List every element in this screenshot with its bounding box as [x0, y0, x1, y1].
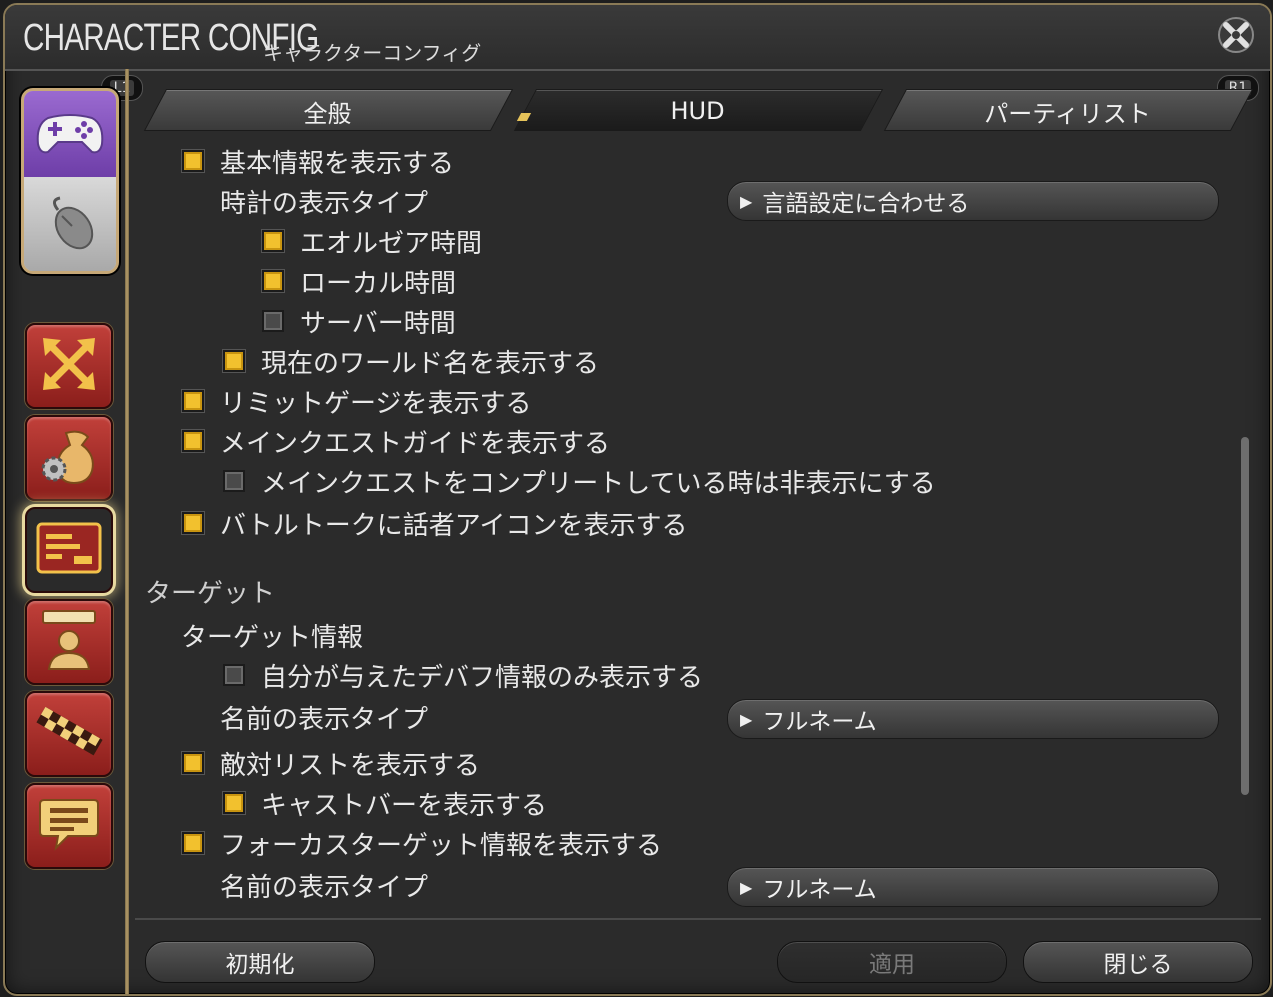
option-enmity-list[interactable]: 敵対リストを表示する	[182, 745, 480, 781]
option-label: 現在のワールド名を表示する	[261, 348, 600, 379]
dropdown-value: フルネーム	[762, 877, 877, 903]
checkbox[interactable]	[262, 310, 284, 332]
option-local-time[interactable]: ローカル時間	[262, 263, 456, 299]
checkbox[interactable]	[182, 430, 204, 452]
clock-type-dropdown[interactable]: ▶ 言語設定に合わせる	[727, 181, 1219, 221]
play-arrow-icon: ▶	[740, 191, 753, 211]
option-msq-guide[interactable]: メインクエストガイドを表示する	[182, 423, 610, 459]
category-pattern-button[interactable]	[25, 691, 113, 777]
device-selector	[21, 88, 119, 274]
play-arrow-icon: ▶	[740, 877, 753, 897]
option-server-time[interactable]: サーバー時間	[262, 303, 456, 339]
checkbox[interactable]	[182, 150, 204, 172]
option-label: 自分が与えたデバフ情報のみ表示する	[261, 662, 704, 693]
scrollbar[interactable]	[1241, 437, 1249, 795]
section-target-title: ターゲット	[145, 579, 276, 609]
option-basic-info[interactable]: 基本情報を表示する	[182, 143, 454, 179]
option-msq-hide[interactable]: メインクエストをコンプリートしている時は非表示にする	[223, 463, 936, 499]
option-focus-target[interactable]: フォーカスターゲット情報を表示する	[182, 825, 662, 861]
dropdown-value: 言語設定に合わせる	[762, 191, 970, 217]
target-name-type-dropdown[interactable]: ▶ フルネーム	[727, 699, 1219, 739]
arrows-icon	[39, 334, 99, 398]
target-info-label: ターゲット情報	[181, 622, 364, 653]
chat-bubble-icon	[38, 794, 100, 858]
option-world-name[interactable]: 現在のワールド名を表示する	[223, 343, 599, 379]
option-own-debuffs[interactable]: 自分が与えたデバフ情報のみ表示する	[223, 657, 703, 693]
close-button[interactable]: 閉じる	[1023, 941, 1253, 983]
character-profile-icon	[39, 607, 99, 677]
checkbox[interactable]	[223, 792, 245, 814]
checkbox[interactable]	[182, 512, 204, 534]
play-arrow-icon: ▶	[740, 709, 753, 729]
option-limit-gauge[interactable]: リミットゲージを表示する	[182, 383, 531, 419]
option-label: 敵対リストを表示する	[220, 750, 481, 781]
category-general-button[interactable]	[25, 323, 113, 409]
option-label: リミットゲージを表示する	[220, 388, 532, 419]
category-chat-button[interactable]	[25, 783, 113, 869]
category-items-button[interactable]	[25, 415, 113, 501]
focus-name-type-dropdown[interactable]: ▶ フルネーム	[727, 867, 1219, 907]
option-eorzea-time[interactable]: エオルゼア時間	[262, 223, 482, 259]
mouse-icon[interactable]	[24, 177, 116, 271]
close-window-icon[interactable]	[1216, 15, 1256, 55]
hud-card-icon	[36, 522, 102, 578]
checkbox[interactable]	[223, 664, 245, 686]
option-label: メインクエストをコンプリートしている時は非表示にする	[261, 468, 936, 499]
sidebar-divider	[125, 69, 129, 994]
title-bar: CHARACTER CONFIG キャラクターコンフィグ	[5, 5, 1270, 71]
checkbox[interactable]	[182, 752, 204, 774]
clock-type-label: 時計の表示タイプ	[220, 188, 429, 219]
name-type-label-2: 名前の表示タイプ	[220, 872, 429, 903]
option-cast-bar[interactable]: キャストバーを表示する	[223, 785, 547, 821]
category-character-button[interactable]	[25, 599, 113, 685]
name-type-label-1: 名前の表示タイプ	[220, 704, 429, 735]
checkbox[interactable]	[223, 350, 245, 372]
checkbox[interactable]	[262, 230, 284, 252]
option-battle-talk[interactable]: バトルトークに話者アイコンを表示する	[182, 505, 687, 541]
option-label: サーバー時間	[300, 308, 456, 339]
checkbox[interactable]	[262, 270, 284, 292]
footer-divider	[135, 918, 1261, 920]
reset-button[interactable]: 初期化	[145, 941, 375, 983]
tab-hud-label: HUD	[670, 97, 725, 125]
checkbox[interactable]	[223, 470, 245, 492]
option-label: バトルトークに話者アイコンを表示する	[220, 510, 688, 541]
character-config-window: CHARACTER CONFIG キャラクターコンフィグ L1 R1 全般 HU…	[3, 3, 1272, 996]
category-hud-button[interactable]	[25, 507, 113, 593]
tab-party-list-label: パーティリスト	[984, 99, 1151, 128]
option-label: 基本情報を表示する	[220, 148, 455, 179]
option-label: ローカル時間	[300, 268, 457, 299]
checkbox[interactable]	[182, 390, 204, 412]
window-subtitle: キャラクターコンフィグ	[263, 41, 482, 65]
dropdown-value: フルネーム	[762, 709, 877, 735]
option-label: キャストバーを表示する	[261, 790, 548, 821]
checker-pattern-icon	[34, 702, 104, 766]
apply-button[interactable]: 適用	[777, 941, 1007, 983]
tab-general-label: 全般	[303, 99, 352, 128]
gamepad-icon[interactable]	[24, 91, 116, 177]
checkbox[interactable]	[182, 832, 204, 854]
option-label: エオルゼア時間	[300, 228, 483, 259]
bag-gear-icon	[36, 423, 102, 493]
option-label: メインクエストガイドを表示する	[220, 428, 611, 459]
option-label: フォーカスターゲット情報を表示する	[220, 830, 663, 861]
